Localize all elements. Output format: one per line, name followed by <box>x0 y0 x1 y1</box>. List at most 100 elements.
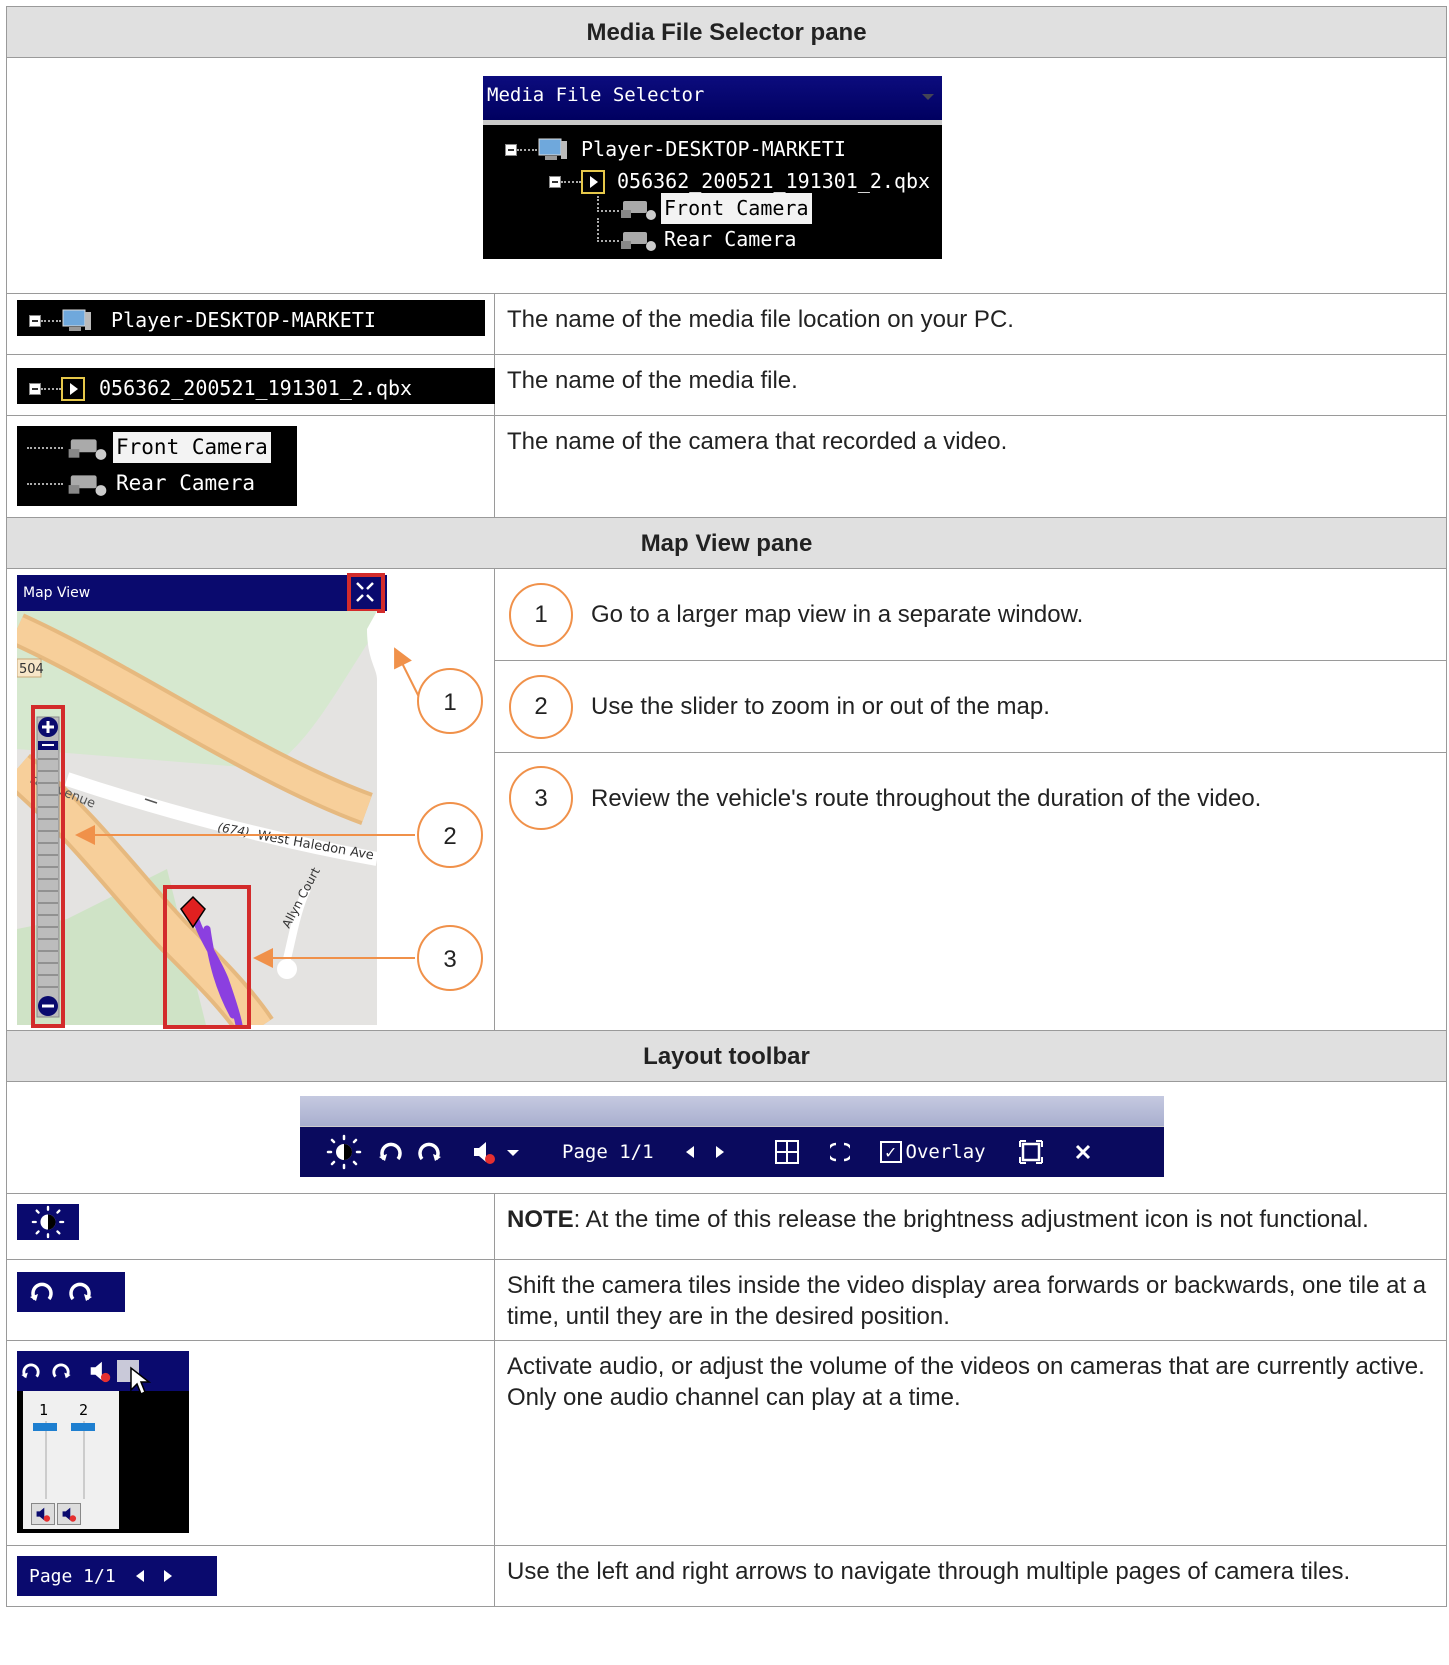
video-file-icon <box>581 169 605 194</box>
tree-node-front-camera[interactable]: Front Camera <box>597 193 812 224</box>
page-next-icon <box>163 1570 172 1582</box>
cameras-node-image: Front Camera Rear Camera <box>17 426 297 506</box>
map-view-screenshot: Map View 504 ral Avenue (674) West Haled… <box>17 573 483 1029</box>
rotate-description: Shift the camera tiles inside the video … <box>494 1259 1447 1341</box>
map-item-number: 1 <box>509 582 573 647</box>
map-item-number: 2 <box>509 674 573 739</box>
page-next-icon[interactable] <box>714 1145 726 1159</box>
map-item-text: Go to a larger map view in a separate wi… <box>591 601 1084 628</box>
toolbar-page-label: Page 1/1 <box>562 1140 654 1163</box>
rotate-left-icon[interactable] <box>376 1137 406 1167</box>
note-label: NOTE <box>507 1206 574 1233</box>
road-number-label: 504 <box>19 662 44 677</box>
grid-layout-icon[interactable] <box>774 1139 800 1165</box>
camera-icon <box>621 231 656 251</box>
page-label: Page 1/1 <box>29 1565 116 1587</box>
media-file-selector-screenshot: Media File Selector Player-DESKTOP-MARKE… <box>483 76 942 259</box>
tree-node-player[interactable]: Player-DESKTOP-MARKETI <box>505 134 846 165</box>
note-text: : At the time of this release the bright… <box>573 1206 1369 1233</box>
callout-3: 3 <box>443 946 456 973</box>
map-item-text: Review the vehicle's route throughout th… <box>591 784 1262 812</box>
brightness-description: NOTE: At the time of this release the br… <box>494 1193 1447 1260</box>
page-prev-icon[interactable] <box>684 1145 696 1159</box>
volume-dropdown-icon[interactable] <box>504 1143 522 1161</box>
brightness-image-cell <box>6 1193 495 1260</box>
page-prev-icon <box>135 1570 144 1582</box>
file-node-image: 056362_200521_191301_2.qbx <box>17 368 495 404</box>
cycle-icon[interactable] <box>829 1141 850 1163</box>
reference-table: Media File Selector pane Media File Sele… <box>6 6 1447 1607</box>
map-view-image-cell: Map View 504 ral Avenue (674) West Haled… <box>6 568 495 1031</box>
tree-label-rear-camera: Rear Camera <box>664 227 797 251</box>
cameras-description: The name of the camera that recorded a v… <box>494 415 1447 518</box>
player-label: Player-DESKTOP-MARKETI <box>111 308 376 332</box>
collapse-icon[interactable] <box>549 175 561 188</box>
page-image-cell: Page 1/1 <box>6 1545 495 1607</box>
collapse-icon <box>29 314 41 327</box>
map-item-number: 3 <box>509 766 573 830</box>
brightness-icon[interactable] <box>326 1134 362 1170</box>
cameras-image-cell: Front Camera Rear Camera <box>6 415 495 518</box>
camera-icon <box>68 474 107 496</box>
page-nav-image: Page 1/1 <box>17 1556 217 1596</box>
cursor-icon <box>130 1366 151 1396</box>
speaker-mute-icon[interactable] <box>470 1138 498 1166</box>
section-header-layout-toolbar: Layout toolbar <box>6 1030 1447 1082</box>
close-icon[interactable] <box>1074 1143 1092 1161</box>
map-item-3: 3 Review the vehicle's route throughout … <box>495 753 1446 843</box>
tree-label-player: Player-DESKTOP-MARKETI <box>581 137 846 161</box>
rotate-right-icon <box>52 1363 71 1379</box>
rotate-left-icon <box>30 1282 53 1301</box>
audio-panel-image: 1 2 <box>17 1351 189 1533</box>
front-camera-label: Front Camera <box>113 432 271 463</box>
rear-camera-label: Rear Camera <box>116 471 256 495</box>
video-file-icon <box>61 376 85 401</box>
collapse-icon[interactable] <box>505 143 517 156</box>
monitor-icon <box>62 309 91 331</box>
speaker-mute-icon <box>90 1361 111 1383</box>
rotate-image-cell <box>6 1259 495 1341</box>
channel-2-mute-icon[interactable] <box>57 1503 81 1525</box>
overlay-label: Overlay <box>905 1140 986 1163</box>
volume-mixer: 1 2 <box>23 1391 119 1529</box>
page-description: Use the left and right arrows to navigat… <box>494 1545 1447 1607</box>
camera-icon <box>621 200 656 220</box>
rotate-right-icon <box>69 1282 92 1301</box>
camera-icon <box>68 438 107 460</box>
map-item-2: 2 Use the slider to zoom in or out of th… <box>495 661 1446 753</box>
file-image-cell: 056362_200521_191301_2.qbx <box>6 354 495 416</box>
rotate-right-icon[interactable] <box>414 1137 444 1167</box>
dropdown-arrow-icon[interactable] <box>922 94 934 100</box>
player-node-image: Player-DESKTOP-MARKETI <box>17 300 485 336</box>
player-image-cell: Player-DESKTOP-MARKETI <box>6 293 495 355</box>
media-file-selector-title: Media File Selector <box>487 84 705 106</box>
channel-2-slider[interactable] <box>71 1423 95 1431</box>
rotate-left-icon <box>21 1363 40 1379</box>
player-description: The name of the media file location on y… <box>494 293 1447 355</box>
monitor-icon <box>538 138 567 160</box>
map-item-1: 1 Go to a larger map view in a separate … <box>495 569 1446 661</box>
audio-description: Activate audio, or adjust the volume of … <box>494 1340 1447 1546</box>
layout-toolbar-screenshot: Page 1/1 ✓ Overlay <box>300 1096 1164 1178</box>
section-header-media-file-selector: Media File Selector pane <box>6 6 1447 58</box>
layout-toolbar-screenshot-cell: Page 1/1 ✓ Overlay <box>6 1081 1447 1194</box>
media-file-selector-screenshot-cell: Media File Selector Player-DESKTOP-MARKE… <box>6 57 1447 294</box>
tree-node-rear-camera[interactable]: Rear Camera <box>597 217 797 255</box>
file-label: 056362_200521_191301_2.qbx <box>99 376 413 400</box>
brightness-icon-image <box>17 1204 79 1240</box>
file-description: The name of the media file. <box>494 354 1447 416</box>
tree-label-front-camera: Front Camera <box>661 193 812 224</box>
rotate-icons-image <box>17 1272 125 1312</box>
callout-2: 2 <box>443 823 456 850</box>
brightness-icon <box>31 1205 65 1239</box>
fullscreen-icon[interactable] <box>1018 1139 1044 1165</box>
map-view-title: Map View <box>23 585 90 601</box>
channel-1-mute-icon[interactable] <box>31 1503 55 1525</box>
section-header-map-view: Map View pane <box>6 517 1447 569</box>
map-item-text: Use the slider to zoom in or out of the … <box>591 693 1050 720</box>
zoom-slider[interactable] <box>36 716 60 1018</box>
map-view-items-cell: 1 Go to a larger map view in a separate … <box>494 568 1447 1031</box>
collapse-icon <box>29 382 41 395</box>
overlay-checkbox[interactable]: ✓ Overlay <box>879 1137 986 1168</box>
channel-1-slider[interactable] <box>33 1423 57 1431</box>
